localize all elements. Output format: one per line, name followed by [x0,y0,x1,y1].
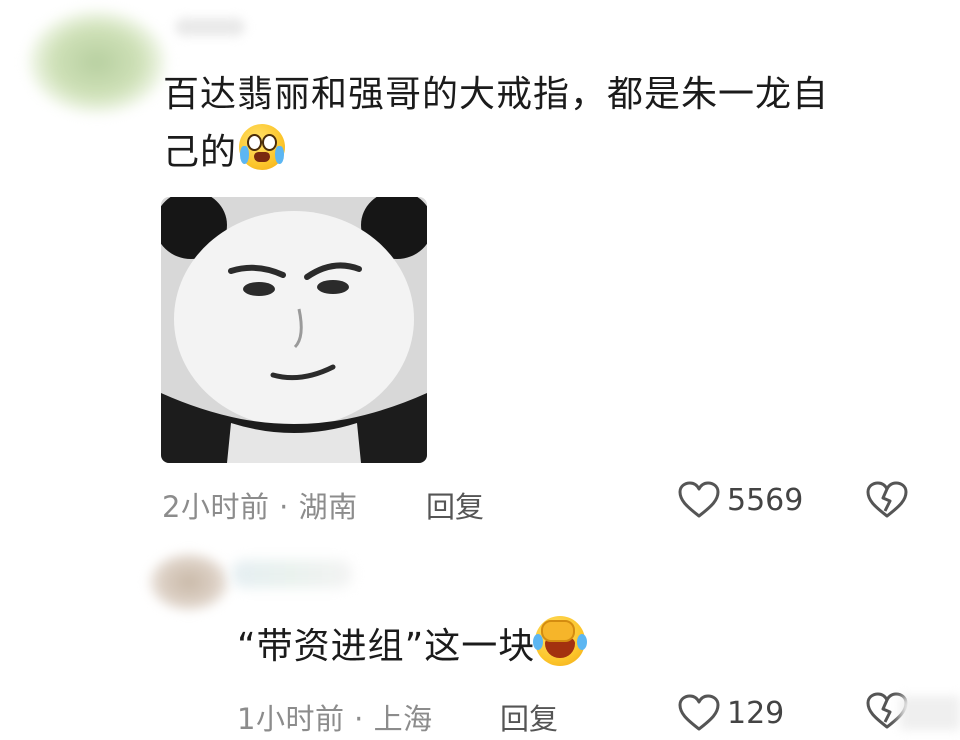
comment-location: 湖南 [298,490,358,524]
watermark-blurred [900,696,960,730]
reply-time: 1小时前 [237,702,345,736]
avatar[interactable] [28,10,166,114]
reply-meta: 1小时前 · 上海 [237,696,433,738]
meta-separator: · [354,702,364,736]
reply-like-count: 129 [727,696,785,731]
like-count: 5569 [727,483,804,518]
panda-face-icon [161,197,427,463]
like-button[interactable] [678,481,720,523]
comment-time: 2小时前 [162,490,270,524]
comment-text: 百达翡丽和强哥的大戒指，都是朱一龙自 己的 [163,66,883,182]
heart-icon [678,481,720,518]
reply-button[interactable]: 回复 [426,484,484,526]
reply-text: “带资进组”这一块 [237,616,588,676]
panda-face-sticker[interactable] [161,197,427,463]
facepalm-laugh-emoji-icon [533,616,588,666]
reply-text-content: “带资进组”这一块 [237,626,536,667]
reply-like-button[interactable] [678,694,720,736]
comment-text-line1: 百达翡丽和强哥的大戒指，都是朱一龙自 [163,74,830,115]
meta-separator: · [279,490,289,524]
crying-laugh-emoji-icon [239,124,286,170]
reply-avatar[interactable] [148,552,230,612]
reply-username-blurred[interactable] [232,560,352,588]
broken-heart-icon [866,481,908,518]
comment-text-line2: 己的 [163,132,238,173]
reply-location: 上海 [373,702,433,736]
reply-reply-button[interactable]: 回复 [500,696,558,738]
heart-icon [678,694,720,731]
username-blurred[interactable] [175,18,245,36]
comment-meta: 2小时前 · 湖南 [162,484,358,526]
dislike-button[interactable] [866,481,908,523]
